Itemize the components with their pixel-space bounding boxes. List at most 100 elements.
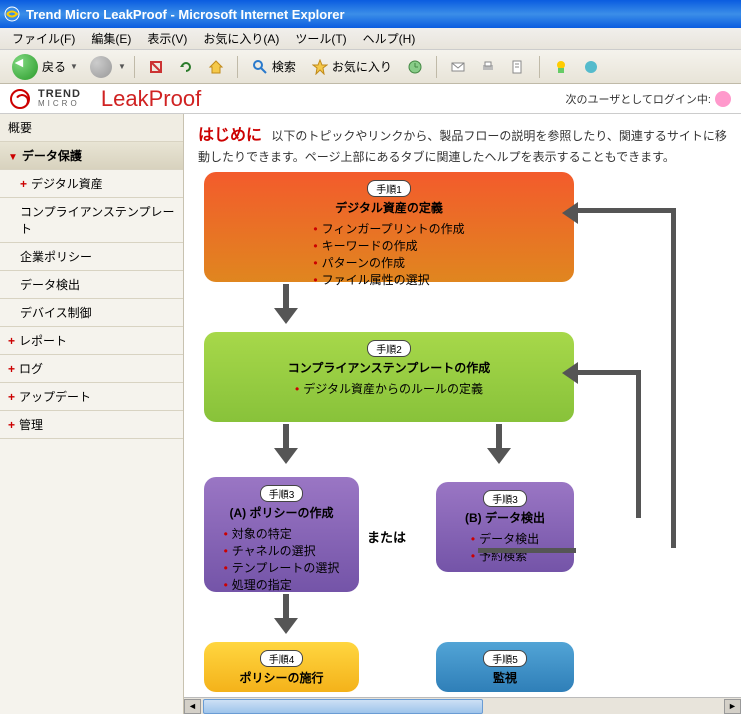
arrow-down-icon bbox=[487, 424, 511, 464]
search-label: 検索 bbox=[272, 58, 296, 75]
edit-button[interactable] bbox=[506, 55, 530, 79]
search-icon bbox=[252, 59, 268, 75]
messenger-button[interactable] bbox=[549, 55, 573, 79]
window-titlebar: Trend Micro LeakProof - Microsoft Intern… bbox=[0, 0, 741, 28]
menu-tools[interactable]: ツール(T) bbox=[287, 28, 354, 49]
step3a-item: チャネルの選択 bbox=[224, 542, 340, 559]
sidebar-compliance-template[interactable]: コンプライアンステンプレート bbox=[0, 198, 183, 243]
sidebar-report[interactable]: +レポート bbox=[0, 327, 183, 355]
scroll-thumb[interactable] bbox=[203, 699, 483, 714]
forward-arrow-icon bbox=[90, 56, 112, 78]
flow-step5[interactable]: 手順5 監視 bbox=[436, 642, 574, 692]
sidebar-device-control[interactable]: デバイス制御 bbox=[0, 299, 183, 327]
menu-favorites[interactable]: お気に入り(A) bbox=[195, 28, 287, 49]
feedback-arrow-icon bbox=[576, 370, 636, 375]
flow-step4[interactable]: 手順4 ポリシーの施行 bbox=[204, 642, 359, 692]
sidebar-data-protection[interactable]: ▼データ保護 bbox=[0, 142, 183, 170]
home-button[interactable] bbox=[204, 55, 228, 79]
favorites-button[interactable]: お気に入り bbox=[306, 54, 398, 80]
login-label: 次のユーザとしてログイン中: bbox=[565, 91, 711, 107]
menu-help[interactable]: ヘルプ(H) bbox=[355, 28, 424, 49]
history-button[interactable] bbox=[403, 55, 427, 79]
dropdown-icon: ▼ bbox=[70, 62, 78, 71]
step1-item: キーワードの作成 bbox=[313, 237, 464, 254]
edit-icon bbox=[510, 59, 526, 75]
menu-edit[interactable]: 編集(E) bbox=[83, 28, 139, 49]
intro-text: 以下のトピックやリンクから、製品フローの説明を参照したり、関連するサイトに移動し… bbox=[198, 129, 727, 164]
flow-step2[interactable]: 手順2 コンプライアンステンプレートの作成 デジタル資産からのルールの定義 bbox=[204, 332, 574, 422]
intro-block: はじめに 以下のトピックやリンクから、製品フローの説明を参照したり、関連するサイ… bbox=[184, 114, 741, 172]
sidebar-log[interactable]: +ログ bbox=[0, 355, 183, 383]
step1-item: ファイル属性の選択 bbox=[313, 271, 464, 288]
favorites-label: お気に入り bbox=[332, 58, 392, 75]
refresh-icon bbox=[178, 59, 194, 75]
print-icon bbox=[480, 59, 496, 75]
step-label: 手順3 bbox=[483, 490, 527, 507]
back-button[interactable]: ◄ 戻る ▼ bbox=[6, 54, 84, 80]
menubar: ファイル(F) 編集(E) 表示(V) お気に入り(A) ツール(T) ヘルプ(… bbox=[0, 28, 741, 50]
scroll-left-button[interactable]: ◄ bbox=[184, 699, 201, 714]
refresh-button[interactable] bbox=[174, 55, 198, 79]
trendmicro-logo-icon bbox=[10, 89, 30, 109]
step-title: コンプライアンステンプレートの作成 bbox=[216, 359, 562, 376]
sidebar-update[interactable]: +アップデート bbox=[0, 383, 183, 411]
step3a-item: 対象の特定 bbox=[224, 525, 340, 542]
skype-icon bbox=[583, 59, 599, 75]
user-icon bbox=[715, 91, 731, 107]
step-title: ポリシーの施行 bbox=[216, 669, 347, 686]
sidebar-data-discovery[interactable]: データ検出 bbox=[0, 271, 183, 299]
menu-file[interactable]: ファイル(F) bbox=[4, 28, 83, 49]
brand: TREND MICRO LeakProof bbox=[10, 86, 201, 112]
menu-view[interactable]: 表示(V) bbox=[139, 28, 195, 49]
ie-icon bbox=[4, 6, 20, 22]
arrow-down-icon bbox=[274, 284, 298, 324]
flow-step3a[interactable]: 手順3 (A) ポリシーの作成 対象の特定 チャネルの選択 テンプレートの選択 … bbox=[204, 477, 359, 592]
print-button[interactable] bbox=[476, 55, 500, 79]
step-title: デジタル資産の定義 bbox=[216, 199, 562, 216]
step3a-item: テンプレートの選択 bbox=[224, 559, 340, 576]
flow-or-label: または bbox=[367, 527, 406, 546]
sidebar-admin[interactable]: +管理 bbox=[0, 411, 183, 439]
window-title: Trend Micro LeakProof - Microsoft Intern… bbox=[26, 7, 345, 22]
brand-product: LeakProof bbox=[101, 86, 201, 112]
login-info: 次のユーザとしてログイン中: bbox=[565, 91, 731, 107]
app-header: TREND MICRO LeakProof 次のユーザとしてログイン中: bbox=[0, 84, 741, 114]
horizontal-scrollbar[interactable]: ◄ ► bbox=[184, 697, 741, 714]
skype-button[interactable] bbox=[579, 55, 603, 79]
feedback-arrow-icon bbox=[576, 208, 676, 548]
content-area: はじめに 以下のトピックやリンクから、製品フローの説明を参照したり、関連するサイ… bbox=[184, 114, 741, 714]
step-label: 手順1 bbox=[367, 180, 411, 197]
sidebar-digital-asset[interactable]: +デジタル資産 bbox=[0, 170, 183, 198]
step-label: 手順5 bbox=[483, 650, 527, 667]
back-arrow-icon: ◄ bbox=[12, 54, 38, 80]
toolbar: ◄ 戻る ▼ ▼ 検索 お気に入り bbox=[0, 50, 741, 84]
mail-icon bbox=[450, 59, 466, 75]
stop-button[interactable] bbox=[144, 55, 168, 79]
scroll-right-button[interactable]: ► bbox=[724, 699, 741, 714]
arrow-down-icon bbox=[274, 424, 298, 464]
stop-icon bbox=[148, 59, 164, 75]
history-icon bbox=[407, 59, 423, 75]
step-label: 手順4 bbox=[260, 650, 304, 667]
step2-item: デジタル資産からのルールの定義 bbox=[295, 380, 483, 397]
step-title: (A) ポリシーの作成 bbox=[216, 504, 347, 521]
step1-item: パターンの作成 bbox=[313, 254, 464, 271]
step-label: 手順2 bbox=[367, 340, 411, 357]
search-button[interactable]: 検索 bbox=[246, 54, 302, 80]
step3a-item: 処理の指定 bbox=[224, 576, 340, 593]
messenger-icon bbox=[553, 59, 569, 75]
home-icon bbox=[208, 59, 224, 75]
mail-button[interactable] bbox=[446, 55, 470, 79]
forward-button[interactable] bbox=[89, 55, 113, 79]
sidebar-policy[interactable]: 企業ポリシー bbox=[0, 243, 183, 271]
flow-step1[interactable]: 手順1 デジタル資産の定義 フィンガープリントの作成 キーワードの作成 パターン… bbox=[204, 172, 574, 282]
brand-micro: MICRO bbox=[38, 100, 81, 108]
dropdown-icon[interactable]: ▼ bbox=[118, 62, 126, 71]
step-title: (B) データ検出 bbox=[448, 509, 562, 526]
step-title: 監視 bbox=[448, 669, 562, 686]
sidebar-overview[interactable]: 概要 bbox=[0, 114, 183, 142]
step1-item: フィンガープリントの作成 bbox=[313, 220, 464, 237]
back-label: 戻る bbox=[42, 58, 66, 75]
sidebar: 概要 ▼データ保護 +デジタル資産 コンプライアンステンプレート 企業ポリシー … bbox=[0, 114, 184, 714]
flow-step3b[interactable]: 手順3 (B) データ検出 データ検出 予約検索 bbox=[436, 482, 574, 572]
